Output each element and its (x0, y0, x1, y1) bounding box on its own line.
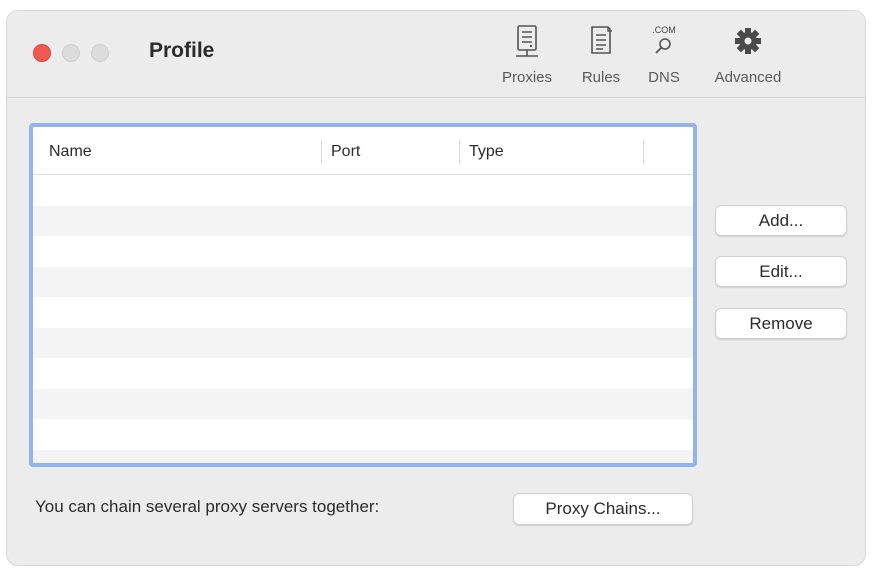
toolbar-dns-label: DNS (648, 69, 680, 86)
gear-icon (735, 28, 761, 54)
toolbar-advanced-label: Advanced (714, 69, 782, 86)
column-divider[interactable] (643, 140, 644, 164)
add-button[interactable]: Add... (715, 205, 847, 236)
table-header: Name Port Type (33, 127, 693, 175)
table-row[interactable] (33, 419, 693, 450)
proxy-chains-button[interactable]: Proxy Chains... (513, 493, 693, 525)
minimize-button[interactable] (62, 44, 80, 62)
table-row[interactable] (33, 327, 693, 358)
proxies-icon (516, 25, 538, 57)
table-row[interactable] (33, 175, 693, 206)
rules-icon (591, 26, 612, 54)
dns-icon-text: .COM (652, 25, 676, 35)
chain-description: You can chain several proxy servers toge… (35, 497, 380, 516)
column-divider[interactable] (321, 140, 322, 164)
window-title: Profile (149, 39, 215, 62)
remove-button[interactable]: Remove (715, 308, 847, 339)
profile-window: Profile Proxies Rules .COM DNS Advanced … (6, 10, 866, 566)
table-row[interactable] (33, 236, 693, 267)
title-bar: Profile Proxies Rules .COM DNS Advanced (7, 11, 865, 98)
column-header-name[interactable]: Name (49, 127, 92, 174)
table-row[interactable] (33, 388, 693, 419)
column-header-type[interactable]: Type (469, 127, 504, 174)
zoom-button[interactable] (91, 44, 109, 62)
column-divider[interactable] (459, 140, 460, 164)
proxy-table[interactable]: Name Port Type (29, 123, 697, 467)
table-row[interactable] (33, 266, 693, 297)
toolbar-rules[interactable]: Rules (573, 23, 629, 93)
column-header-port[interactable]: Port (331, 127, 360, 174)
toolbar-proxies-label: Proxies (501, 69, 553, 86)
toolbar-proxies[interactable]: Proxies (495, 23, 559, 93)
toolbar-rules-label: Rules (581, 69, 621, 86)
table-row[interactable] (33, 358, 693, 389)
edit-button[interactable]: Edit... (715, 256, 847, 287)
toolbar-dns[interactable]: .COM DNS (639, 23, 689, 93)
dns-icon: .COM (652, 25, 676, 54)
close-button[interactable] (33, 44, 51, 62)
table-row[interactable] (33, 449, 693, 463)
table-row[interactable] (33, 205, 693, 236)
toolbar-advanced[interactable]: Advanced (703, 23, 793, 93)
table-row[interactable] (33, 297, 693, 328)
